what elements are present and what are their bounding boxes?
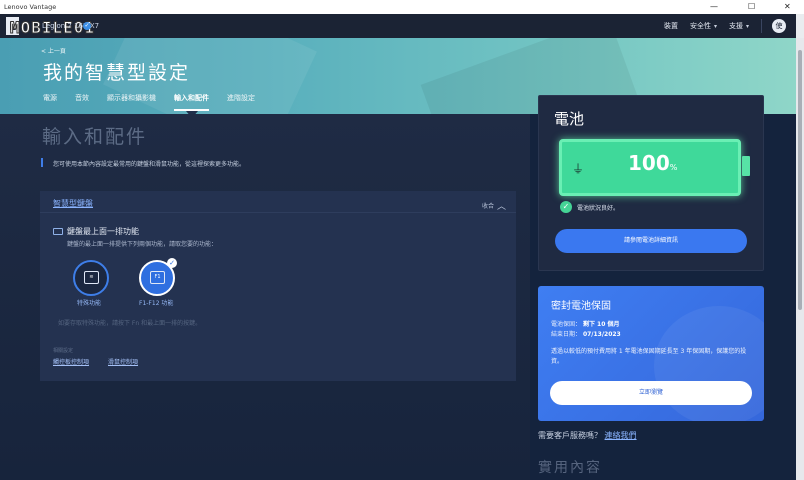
battery-panel: 電池 ⏚ 100% ✓ 電池狀況良好。 請參閱電池詳細資訊 xyxy=(538,95,764,271)
top-navigation: L MOBILE01 Legion 7 16IAX7 ✓ 裝置 安全性 ▾ 支援… xyxy=(0,14,804,38)
warranty-end-date: 結束日期： 07/13/2023 xyxy=(551,329,621,338)
special-function-option[interactable]: ≋ xyxy=(73,260,109,296)
battery-status: ✓ 電池狀況良好。 xyxy=(560,201,619,213)
nav-support[interactable]: 支援 ▾ xyxy=(729,21,749,31)
tab-power[interactable]: 電源 xyxy=(43,93,57,111)
f1-f12-label: F1-F12 功能 xyxy=(139,300,174,307)
plug-icon: ⏚ xyxy=(572,162,585,176)
nav-support-label: 支援 xyxy=(728,22,743,30)
section-title: 輸入和配件 xyxy=(42,126,148,148)
smart-keyboard-card: 智慧型鍵盤 收合 ︿ 鍵盤最上面一排功能 鍵盤的最上面一排提供下列兩個功能，請取… xyxy=(40,191,516,381)
feature-title: 鍵盤最上面一排功能 xyxy=(67,227,139,236)
tab-audio[interactable]: 音效 xyxy=(75,93,89,111)
collapse-label: 收合 xyxy=(481,203,494,210)
contact-us-link[interactable]: 連絡我們 xyxy=(605,431,637,440)
f1-f12-option[interactable]: F1 ✓ xyxy=(139,258,177,296)
tab-display-camera[interactable]: 顯示器和攝影機 xyxy=(107,93,156,111)
chevron-up-icon: ︿ xyxy=(496,202,506,212)
selected-check-icon: ✓ xyxy=(167,258,177,268)
warranty-description: 透過以較低的預付費用將 1 年電池保固期延長至 3 年保固期，保護您的投資。 xyxy=(551,348,747,365)
main-content: 輸入和配件 您可使用本節內容設定最常用的鍵盤和滑鼠功能，從這裡探索更多功能。 智… xyxy=(0,114,530,480)
customer-service: 需要客戶服務嗎？ 連絡我們 xyxy=(538,430,637,441)
battery-details-button[interactable]: 請參閱電池詳細資訊 xyxy=(555,229,747,253)
divider xyxy=(40,212,516,213)
nav-security-label: 安全性 xyxy=(689,22,711,30)
warranty-remaining: 電池保固： 剩下 10 個月 xyxy=(551,319,619,328)
chevron-down-icon: ▾ xyxy=(745,22,749,30)
related-settings-label: 相關設定 xyxy=(53,348,74,354)
battery-title: 電池 xyxy=(554,110,585,128)
nav-device-label: 裝置 xyxy=(663,22,678,30)
card-title[interactable]: 智慧型鍵盤 xyxy=(53,198,93,209)
tab-input-accessories[interactable]: 輸入和配件 xyxy=(174,93,209,114)
useful-content-title: 實用內容 xyxy=(538,460,602,476)
window-title: Lenovo Vantage xyxy=(4,3,57,11)
back-link[interactable]: < 上一頁 xyxy=(41,46,66,55)
feature-description: 鍵盤的最上面一排提供下列兩個功能，請取您要的功能： xyxy=(67,241,218,248)
hint-text: 如要存取特殊功能，請按下 Fn 和最上面一排的按鍵。 xyxy=(58,320,202,327)
battery-gauge: ⏚ 100% xyxy=(559,139,741,196)
warranty-end-label: 結束日期： xyxy=(551,331,582,338)
minimize-button[interactable]: — xyxy=(710,2,718,11)
battery-warranty-panel: 密封電池保固 電池保固： 剩下 10 個月 結束日期： 07/13/2023 透… xyxy=(538,286,764,421)
divider xyxy=(761,19,762,33)
special-function-icon: ≋ xyxy=(84,271,99,284)
user-avatar[interactable]: 使 xyxy=(772,19,786,33)
close-button[interactable]: ✕ xyxy=(784,2,791,11)
battery-percent-value: 100 xyxy=(628,151,670,175)
chevron-down-icon: ▾ xyxy=(713,22,717,30)
warranty-end-value: 07/13/2023 xyxy=(582,331,621,338)
battery-terminal xyxy=(742,156,750,176)
touchpad-settings-link[interactable]: 觸控板控制項 xyxy=(53,357,89,366)
mouse-settings-link[interactable]: 滑鼠控制項 xyxy=(108,357,138,366)
intro-accent-bar xyxy=(41,158,43,167)
special-function-label: 特殊功能 xyxy=(77,300,102,307)
settings-tabs: 電源 音效 顯示器和攝影機 輸入和配件 進階設定 xyxy=(43,93,273,114)
battery-percent: 100% xyxy=(628,151,677,175)
scrollbar[interactable] xyxy=(796,38,804,480)
window-titlebar: Lenovo Vantage — ☐ ✕ xyxy=(0,0,804,14)
check-circle-icon: ✓ xyxy=(560,201,572,213)
scrollbar-thumb[interactable] xyxy=(798,50,802,310)
nav-security[interactable]: 安全性 ▾ xyxy=(690,21,717,31)
customer-service-text: 需要客戶服務嗎？ xyxy=(538,431,602,440)
collapse-button[interactable]: 收合 ︿ xyxy=(482,199,506,212)
f1-key-icon: F1 xyxy=(150,271,165,284)
tab-input-accessories-label: 輸入和配件 xyxy=(174,94,209,102)
verified-check-icon: ✓ xyxy=(83,22,91,30)
maximize-button[interactable]: ☐ xyxy=(748,2,755,11)
nav-device[interactable]: 裝置 xyxy=(664,21,678,31)
keyboard-icon xyxy=(53,228,63,235)
percent-sign: % xyxy=(669,163,678,172)
intro-text: 您可使用本節內容設定最常用的鍵盤和滑鼠功能，從這裡探索更多功能。 xyxy=(53,161,246,168)
warranty-remaining-value: 剩下 10 個月 xyxy=(582,321,620,328)
page-title: 我的智慧型設定 xyxy=(43,62,191,84)
tab-advanced[interactable]: 進階設定 xyxy=(227,93,255,111)
scrollbar-top xyxy=(796,14,804,38)
browse-now-button[interactable]: 立即瀏覽 xyxy=(550,381,752,405)
warranty-remaining-label: 電池保固： xyxy=(551,321,582,328)
warranty-title: 密封電池保固 xyxy=(551,301,611,312)
battery-status-text: 電池狀況良好。 xyxy=(577,204,620,212)
